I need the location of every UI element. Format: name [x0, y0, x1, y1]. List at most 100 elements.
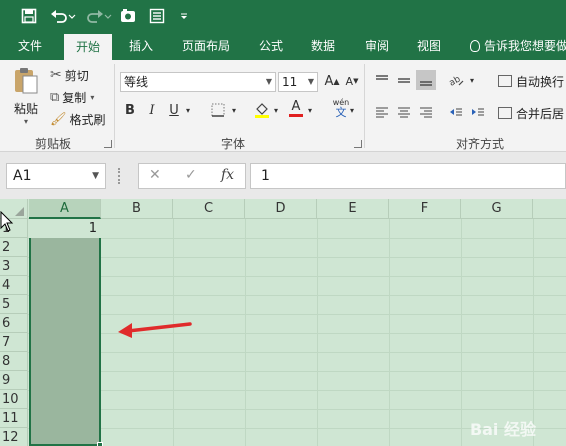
enter-icon[interactable]: ✓: [185, 167, 197, 183]
form-icon[interactable]: [146, 5, 168, 27]
baidu-watermark: Bai 经验: [469, 420, 536, 439]
row-header-11[interactable]: 11: [0, 409, 28, 428]
tab-file[interactable]: 文件: [8, 32, 52, 60]
italic-button[interactable]: I: [142, 100, 162, 120]
underline-button[interactable]: U: [164, 100, 184, 120]
gridline: [533, 219, 534, 446]
formula-input[interactable]: 1: [250, 163, 566, 189]
title-bar: [0, 0, 566, 32]
selected-column-a[interactable]: [29, 219, 101, 446]
gridline: [28, 257, 566, 258]
redo-icon[interactable]: [84, 5, 114, 27]
gridline: [28, 238, 566, 239]
chevron-down-icon[interactable]: ▾: [466, 70, 478, 90]
svg-text:ab: ab: [448, 74, 463, 87]
row-header-3[interactable]: 3: [0, 257, 28, 276]
font-name-select[interactable]: 等线 ▼: [120, 72, 276, 92]
clipboard-launcher-icon[interactable]: [104, 140, 112, 148]
row-header-2[interactable]: 2: [0, 238, 28, 257]
column-header-b[interactable]: B: [101, 199, 173, 219]
font-size-select[interactable]: 11 ▼: [278, 72, 318, 92]
column-header-f[interactable]: F: [389, 199, 461, 219]
row-header-5[interactable]: 5: [0, 295, 28, 314]
align-top-icon[interactable]: [372, 70, 392, 90]
chevron-down-icon: ▼: [265, 77, 272, 86]
column-header-g[interactable]: G: [461, 199, 533, 219]
cancel-icon[interactable]: ✕: [149, 167, 161, 183]
save-icon[interactable]: [18, 5, 40, 27]
tab-home[interactable]: 开始: [64, 34, 112, 60]
tab-view[interactable]: 视图: [408, 32, 450, 60]
tab-formulas[interactable]: 公式: [250, 32, 292, 60]
paste-button[interactable]: 粘贴 ▾: [8, 66, 44, 128]
tab-data[interactable]: 数据: [302, 32, 344, 60]
row-header-9[interactable]: 9: [0, 371, 28, 390]
phonetic-char-icon: 文: [335, 105, 347, 119]
resize-handle[interactable]: [118, 168, 122, 184]
wrap-text-button[interactable]: 自动换行: [498, 72, 564, 90]
font-group-label: 字体: [220, 137, 245, 151]
chevron-down-icon[interactable]: ▾: [346, 100, 358, 120]
row-header-4[interactable]: 4: [0, 276, 28, 295]
insert-function-icon[interactable]: fx: [221, 167, 234, 183]
tab-insert[interactable]: 插入: [120, 32, 162, 60]
column-header-a[interactable]: A: [29, 199, 101, 219]
row-header-6[interactable]: 6: [0, 314, 28, 333]
chevron-down-icon[interactable]: ▾: [304, 100, 316, 120]
ribbon-tabs: 文件 开始 插入 页面布局 公式 数据 审阅 视图 告诉我您想要做: [0, 32, 566, 60]
column-header-d[interactable]: D: [245, 199, 317, 219]
row-header-12[interactable]: 12: [0, 428, 28, 446]
scissors-icon: ✂: [50, 67, 62, 83]
fill-color-icon[interactable]: [252, 100, 272, 120]
tab-review[interactable]: 审阅: [356, 32, 398, 60]
merge-cells-icon: [498, 107, 512, 119]
chevron-down-icon[interactable]: ▾: [182, 100, 194, 120]
borders-icon[interactable]: [208, 100, 228, 120]
formula-bar: A1 ▼ ✕ ✓ fx 1: [0, 152, 566, 199]
column-header-c[interactable]: C: [173, 199, 245, 219]
mouse-cursor-icon: [0, 211, 14, 232]
format-painter-button[interactable]: 🖌 格式刷: [50, 110, 106, 128]
align-center-icon[interactable]: [394, 102, 414, 122]
cut-button[interactable]: ✂ 剪切: [50, 66, 89, 84]
bold-button[interactable]: B: [120, 100, 140, 120]
orientation-icon[interactable]: ab: [446, 70, 466, 90]
name-box[interactable]: A1 ▼: [6, 163, 106, 189]
row-header-8[interactable]: 8: [0, 352, 28, 371]
ribbon: 粘贴 ▾ ✂ 剪切 ⧉ 复制 ▾ 🖌 格式刷 剪贴板 等线 ▼ 11 ▼ A ▲ A ▼ B …: [0, 60, 566, 152]
chevron-down-icon[interactable]: ▾: [270, 100, 282, 120]
increase-indent-icon[interactable]: [468, 102, 488, 122]
column-header-e[interactable]: E: [317, 199, 389, 219]
decrease-font-size-icon[interactable]: A ▼: [342, 71, 362, 91]
customize-qat-icon[interactable]: [176, 5, 192, 27]
align-left-icon[interactable]: [372, 102, 392, 122]
chevron-down-icon[interactable]: ▾: [228, 100, 240, 120]
align-bottom-icon[interactable]: [416, 70, 436, 90]
cell-a1[interactable]: 1: [29, 219, 101, 238]
increase-font-size-icon[interactable]: A ▲: [322, 71, 342, 91]
fill-handle[interactable]: [97, 442, 103, 446]
tab-page-layout[interactable]: 页面布局: [174, 32, 238, 60]
gridline: [389, 219, 390, 446]
worksheet-grid[interactable]: A B C D E F G 1 2 3 4 5 6 7 8 9 10 11 12…: [0, 199, 566, 446]
gridline: [28, 276, 566, 277]
alignment-group-label: 对齐方式: [455, 137, 504, 151]
row-header-7[interactable]: 7: [0, 333, 28, 352]
chevron-down-icon: ▼: [307, 77, 314, 86]
gridline: [461, 219, 462, 446]
row-header-10[interactable]: 10: [0, 390, 28, 409]
merge-center-button[interactable]: 合并后居: [498, 104, 564, 122]
undo-icon[interactable]: [48, 5, 78, 27]
column-header-row: A B C D E F G: [0, 199, 566, 219]
align-right-icon[interactable]: [416, 102, 436, 122]
copy-icon: ⧉: [50, 89, 60, 105]
font-color-button[interactable]: A: [286, 98, 306, 118]
align-middle-icon[interactable]: [394, 70, 414, 90]
decrease-indent-icon[interactable]: [446, 102, 466, 122]
tell-me-box[interactable]: 告诉我您想要做: [470, 32, 566, 60]
paintbrush-icon: 🖌: [50, 111, 67, 127]
font-launcher-icon[interactable]: [354, 140, 362, 148]
gridline: [28, 333, 566, 334]
copy-button[interactable]: ⧉ 复制 ▾: [50, 88, 94, 106]
touch-mode-icon[interactable]: [118, 5, 140, 27]
